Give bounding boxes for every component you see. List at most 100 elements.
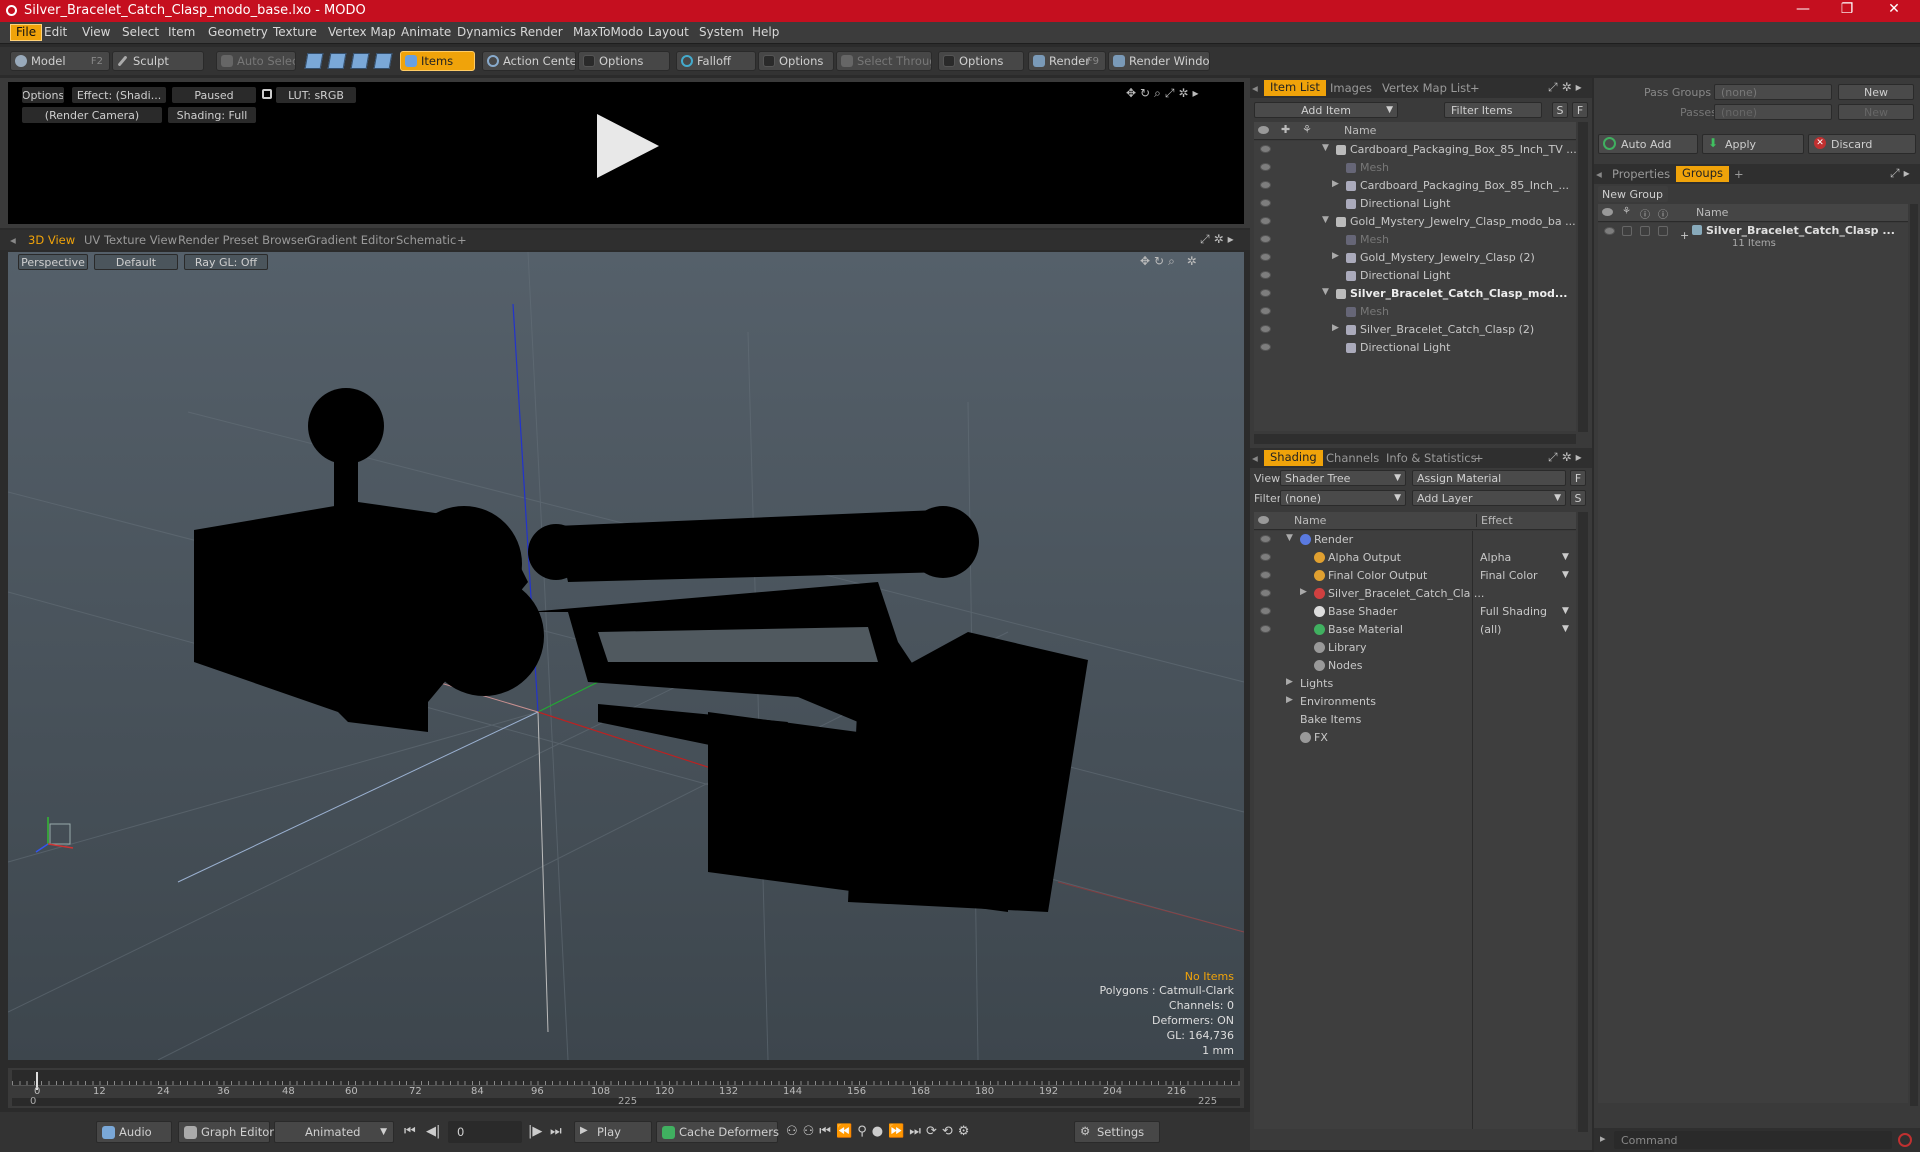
item-row[interactable]: ▼ Silver_Bracelet_Catch_Clasp_mod...: [1254, 285, 1576, 303]
effect-dropdown[interactable]: Final Color: [1480, 569, 1538, 582]
play-button[interactable]: ▶ Play: [574, 1121, 652, 1143]
command-input[interactable]: Command: [1614, 1131, 1892, 1149]
shader-row[interactable]: Base Shader Full Shading ▼: [1254, 603, 1576, 621]
tab-channels[interactable]: Channels: [1326, 451, 1379, 465]
sculpt-mode-button[interactable]: Sculpt: [112, 51, 204, 71]
add-tab-icon[interactable]: +: [1734, 167, 1744, 181]
item-row[interactable]: ▼ Gold_Mystery_Jewelry_Clasp_modo_ba ...: [1254, 213, 1576, 231]
step-back-icon[interactable]: ◀|: [426, 1124, 440, 1139]
tab-gradient-editor[interactable]: Gradient Editor: [307, 233, 395, 247]
perspective-dropdown[interactable]: Perspective: [18, 254, 88, 270]
visibility-eye-icon[interactable]: [1260, 271, 1271, 279]
close-button[interactable]: ✕: [1877, 1, 1911, 17]
dropdown-arrow-icon[interactable]: ▼: [1562, 570, 1569, 580]
expand-icon[interactable]: +: [1680, 229, 1689, 242]
dropdown-arrow-icon[interactable]: ▼: [1562, 624, 1569, 634]
menu-render[interactable]: Render: [520, 25, 563, 39]
expand-arrow-icon[interactable]: ▶: [1332, 251, 1339, 261]
render-toggle-icon[interactable]: [1622, 226, 1632, 236]
skip-to-end-icon[interactable]: ⏭: [550, 1124, 562, 1139]
shader-view-dropdown[interactable]: Shader Tree ▼: [1280, 470, 1406, 486]
menu-animate[interactable]: Animate: [401, 25, 451, 39]
maximize-button[interactable]: ❐: [1830, 1, 1864, 17]
item-row[interactable]: Directional Light: [1254, 267, 1576, 285]
effect-dropdown[interactable]: Alpha: [1480, 551, 1511, 564]
timeline-ruler[interactable]: [12, 1070, 1240, 1086]
tab-groups[interactable]: Groups: [1676, 166, 1730, 182]
tab-3d-view[interactable]: 3D View: [28, 233, 75, 247]
tab-properties[interactable]: Properties: [1612, 167, 1670, 181]
group-row[interactable]: + Silver_Bracelet_Catch_Clasp ... 11 Ite…: [1598, 223, 1908, 253]
items-mode-button[interactable]: Items: [400, 51, 475, 71]
shader-row[interactable]: Nodes: [1254, 657, 1576, 675]
shading-f-button[interactable]: F: [1570, 470, 1586, 486]
item-row[interactable]: Mesh: [1254, 303, 1576, 321]
filter-items-input[interactable]: Filter Items: [1444, 102, 1542, 118]
shader-row[interactable]: Final Color Output Final Color ▼: [1254, 567, 1576, 585]
expand-arrow-icon[interactable]: ▶: [1300, 587, 1307, 597]
effect-dropdown[interactable]: (all): [1480, 623, 1501, 636]
menu-texture[interactable]: Texture: [273, 25, 317, 39]
visibility-eye-icon[interactable]: [1604, 227, 1615, 235]
render-camera-dropdown[interactable]: (Render Camera): [22, 107, 162, 123]
add-tab-icon[interactable]: +: [1470, 81, 1480, 95]
timeline[interactable]: 0 12 24 36 48 60 72 84 96 108 120 132 14…: [8, 1068, 1244, 1108]
visibility-eye-icon[interactable]: [1260, 607, 1271, 615]
visibility-eye-icon[interactable]: [1260, 253, 1271, 261]
minimize-button[interactable]: —: [1786, 1, 1820, 17]
visibility-eye-icon[interactable]: [1260, 535, 1271, 543]
visibility-eye-icon[interactable]: [1260, 199, 1271, 207]
item-row[interactable]: ▶ Silver_Bracelet_Catch_Clasp (2): [1254, 321, 1576, 339]
preview-view-controls-icon[interactable]: ✥↻⌕⤢✲▸: [1126, 86, 1203, 101]
pass-groups-dropdown[interactable]: (none): [1714, 84, 1832, 100]
menu-maxtomodo[interactable]: MaxToModo: [573, 25, 643, 39]
item-row[interactable]: ▶ Cardboard_Packaging_Box_85_Inch_...: [1254, 177, 1576, 195]
select-through-options-button[interactable]: Options: [938, 51, 1024, 71]
key-controls-icon[interactable]: ⚇⚇⏮⏪⚲●⏩⏭⟳⟲⚙: [786, 1124, 974, 1139]
preview-options-button[interactable]: Options: [22, 87, 64, 103]
visibility-eye-icon[interactable]: [1260, 625, 1271, 633]
menu-vertex-map[interactable]: Vertex Map: [328, 25, 396, 39]
expand-arrow-icon[interactable]: ▶: [1286, 695, 1293, 705]
menu-select[interactable]: Select: [122, 25, 159, 39]
menu-dynamics[interactable]: Dynamics: [457, 25, 516, 39]
select-toggle-icon[interactable]: [1658, 226, 1668, 236]
search-s-button[interactable]: S: [1552, 102, 1568, 118]
dropdown-arrow-icon[interactable]: ▼: [1562, 552, 1569, 562]
add-tab-icon[interactable]: +: [457, 233, 467, 247]
passes-dropdown[interactable]: (none): [1714, 104, 1832, 120]
visibility-eye-icon[interactable]: [1260, 589, 1271, 597]
visibility-eye-icon[interactable]: [1260, 163, 1271, 171]
visibility-eye-icon[interactable]: [1260, 571, 1271, 579]
tab-info-statistics[interactable]: Info & Statistics: [1386, 451, 1477, 465]
item-row[interactable]: Directional Light: [1254, 195, 1576, 213]
assign-material-button[interactable]: Assign Material: [1412, 470, 1566, 486]
collapse-arrow-icon[interactable]: ▼: [1322, 215, 1329, 225]
item-row[interactable]: ▶ Gold_Mystery_Jewelry_Clasp (2): [1254, 249, 1576, 267]
menu-system[interactable]: System: [699, 25, 744, 39]
new-group-button[interactable]: New Group: [1598, 186, 1668, 202]
dropdown-arrow-icon[interactable]: ▼: [1562, 606, 1569, 616]
falloff-options-button[interactable]: Options: [758, 51, 834, 71]
tab-shading[interactable]: Shading: [1264, 450, 1323, 466]
shader-row[interactable]: ▶ Lights: [1254, 675, 1576, 693]
shader-filter-dropdown[interactable]: (none) ▼: [1280, 490, 1406, 506]
viewport-tab-controls-icon[interactable]: ⤢✲▸: [1200, 232, 1238, 247]
viewport-nav-controls-icon[interactable]: ✥↻⌕ ✲: [1140, 254, 1201, 269]
menu-layout[interactable]: Layout: [648, 25, 689, 39]
settings-button[interactable]: ⚙ Settings: [1074, 1121, 1160, 1143]
raygl-dropdown[interactable]: Ray GL: Off: [184, 254, 268, 270]
collapse-arrow-icon[interactable]: ▼: [1322, 143, 1329, 153]
shading-s-button[interactable]: S: [1570, 490, 1586, 506]
item-row[interactable]: Mesh: [1254, 231, 1576, 249]
tab-vertex-map-list[interactable]: Vertex Map List: [1382, 81, 1471, 95]
command-expand-icon[interactable]: ▸: [1600, 1132, 1606, 1145]
shader-tree-scrollbar[interactable]: [1578, 512, 1588, 1132]
3d-viewport[interactable]: Perspective Default Ray GL: Off ✥↻⌕ ✲ No…: [8, 252, 1244, 1060]
collapse-arrow-icon[interactable]: ▼: [1286, 533, 1293, 543]
preview-effect-dropdown[interactable]: Effect: (Shadi...: [72, 87, 166, 103]
visibility-eye-icon[interactable]: [1260, 145, 1271, 153]
item-row[interactable]: ▼ Cardboard_Packaging_Box_85_Inch_TV ...: [1254, 141, 1577, 159]
expand-arrow-icon[interactable]: ▶: [1332, 323, 1339, 333]
menu-file[interactable]: File: [10, 24, 43, 41]
